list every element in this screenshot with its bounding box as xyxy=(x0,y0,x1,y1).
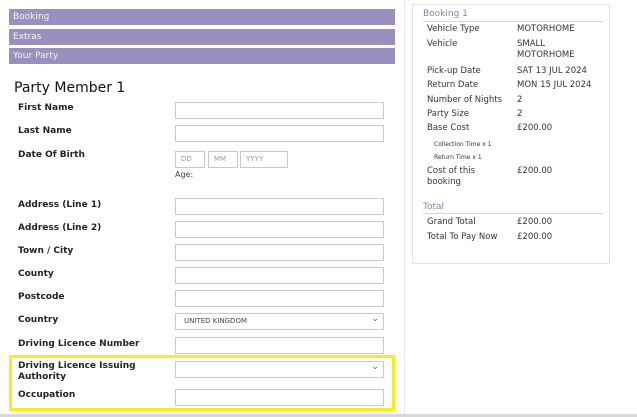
booking-cost-value: £200.00 xyxy=(517,166,553,176)
country-label: Country xyxy=(18,315,59,325)
last-name-input[interactable] xyxy=(175,125,384,142)
vehicle-type-value: MOTORHOME xyxy=(517,24,575,34)
age-text: Age: xyxy=(175,170,194,179)
return-time-text: Return Time x 1 xyxy=(434,154,482,161)
address2-input[interactable] xyxy=(175,221,384,238)
county-label: County xyxy=(18,269,54,279)
country-select[interactable]: UNITED KINGDOM xyxy=(175,312,384,330)
licence-authority-select[interactable] xyxy=(175,360,384,378)
total-title: Total xyxy=(423,202,445,212)
dob-day-input[interactable]: DD xyxy=(175,151,205,168)
party-size-value: 2 xyxy=(517,109,523,119)
return-label: Return Date xyxy=(427,80,479,90)
party-size-label: Party Size xyxy=(427,109,469,119)
licence-number-label: Driving Licence Number xyxy=(18,339,140,349)
page-title: Party Member 1 xyxy=(14,80,126,96)
dob-month-input[interactable]: MM xyxy=(208,151,238,168)
vehicle-label: Vehicle xyxy=(427,39,458,49)
occupation-input[interactable] xyxy=(175,389,384,406)
nights-label: Number of Nights xyxy=(427,95,503,105)
vehicle-type-label: Vehicle Type xyxy=(427,24,480,34)
first-name-label: First Name xyxy=(18,103,74,113)
address2-label: Address (Line 2) xyxy=(18,223,102,233)
accordion-your-party[interactable]: Your Party xyxy=(9,48,395,64)
grand-total-label: Grand Total xyxy=(427,217,476,227)
address1-label: Address (Line 1) xyxy=(18,200,102,210)
accordion-extras[interactable]: Extras xyxy=(9,29,395,45)
vehicle-value: SMALL MOTORHOME xyxy=(517,39,575,60)
base-cost-label: Base Cost xyxy=(427,123,470,133)
booking-cost-label: Cost of this booking xyxy=(427,166,476,187)
return-value: MON 15 JUL 2024 xyxy=(517,80,592,90)
booking-summary-title: Booking 1 xyxy=(423,9,468,19)
summary-rule xyxy=(423,21,603,22)
pickup-label: Pick-up Date xyxy=(427,66,481,76)
dob-label: Date Of Birth xyxy=(18,150,85,160)
pay-now-value: £200.00 xyxy=(517,232,553,242)
postcode-input[interactable] xyxy=(175,290,384,307)
licence-number-input[interactable] xyxy=(175,337,384,354)
licence-authority-label: Driving Licence Issuing Authority xyxy=(18,361,136,382)
accordion-booking[interactable]: Booking xyxy=(9,9,395,25)
collection-time-text: Collection Time x 1 xyxy=(434,141,492,148)
nights-value: 2 xyxy=(517,95,523,105)
dob-year-input[interactable]: YYYY xyxy=(240,151,288,168)
town-label: Town / City xyxy=(18,246,74,256)
town-input[interactable] xyxy=(175,244,384,261)
address1-input[interactable] xyxy=(175,198,384,215)
pickup-value: SAT 13 JUL 2024 xyxy=(517,66,587,76)
postcode-label: Postcode xyxy=(18,292,65,302)
grand-total-value: £200.00 xyxy=(517,217,553,227)
column-divider xyxy=(404,0,405,417)
base-cost-value: £200.00 xyxy=(517,123,553,133)
occupation-label: Occupation xyxy=(18,390,76,400)
pay-now-label: Total To Pay Now xyxy=(427,232,498,242)
last-name-label: Last Name xyxy=(18,126,72,136)
booking-form-column: Booking Extras Your Party Party Member 1… xyxy=(0,0,403,417)
total-rule xyxy=(423,213,603,214)
county-input[interactable] xyxy=(175,267,384,284)
first-name-input[interactable] xyxy=(175,102,384,119)
